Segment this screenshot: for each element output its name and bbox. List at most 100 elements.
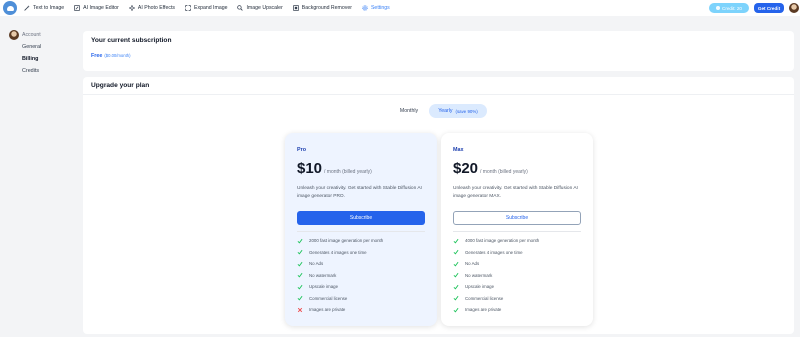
- check-icon: [297, 295, 303, 301]
- upgrade-title: Upgrade your plan: [91, 82, 150, 89]
- plan-period: / month (billed yearly): [324, 169, 372, 175]
- subscription-title: Your current subscription: [91, 37, 172, 44]
- background-remove-icon: [293, 5, 299, 11]
- nav-item-background-remover[interactable]: Background Remover: [293, 5, 352, 11]
- expand-icon: [185, 5, 191, 11]
- nav-item-settings[interactable]: Settings: [362, 5, 390, 11]
- current-plan: Free ($0.00/month): [91, 53, 130, 59]
- feature-text: 2000 fast image generation per month: [309, 238, 384, 244]
- sidebar-item-credits[interactable]: Credits: [22, 68, 39, 74]
- credit-label: Credit: 20: [722, 5, 742, 11]
- feature-text: Images are private: [465, 307, 502, 313]
- plan-description: Unleash your creativity. Get started wit…: [297, 186, 422, 199]
- feature-item: Upscale image: [453, 281, 585, 293]
- wand-icon: [24, 5, 30, 11]
- feature-text: Generates 4 images one time: [309, 249, 367, 255]
- toggle-yearly[interactable]: Yearly (save 90%): [429, 104, 487, 118]
- upscale-icon: [237, 5, 244, 11]
- plan-price: $10: [297, 160, 323, 177]
- plan-period: / month (billed yearly): [480, 169, 528, 175]
- feature-text: Commercial license: [465, 295, 504, 301]
- check-icon: [453, 307, 459, 313]
- toggle-yearly-label: Yearly: [438, 108, 453, 114]
- gear-icon: [362, 5, 368, 11]
- nav-item-label: Expand Image: [194, 5, 228, 11]
- nav-item-label: AI Photo Effects: [137, 5, 176, 11]
- sparkle-icon: [128, 5, 135, 11]
- nav-item-label: AI Image Editor: [83, 5, 119, 11]
- feature-text: No watermark: [465, 272, 493, 278]
- current-plan-price: ($0.00/month): [104, 53, 131, 58]
- plan-card-pro: Pro $10 / month (billed yearly) Unleash …: [285, 133, 437, 326]
- sidebar-item-general[interactable]: General: [22, 44, 41, 50]
- check-icon: [297, 284, 303, 290]
- nav-item-ai-photo-effects[interactable]: AI Photo Effects: [128, 5, 176, 11]
- plan-name: Pro: [297, 147, 306, 153]
- feature-text: Images are private: [309, 307, 346, 313]
- upgrade-plan-card: Upgrade your plan Monthly Yearly (save 9…: [83, 77, 794, 334]
- feature-text: No Ads: [309, 261, 324, 267]
- top-nav: Text to Image AI Image Editor AI Photo E…: [0, 0, 800, 16]
- nav-item-label: Text to Image: [33, 5, 65, 11]
- account-label: Account: [22, 32, 41, 38]
- cross-icon: [297, 307, 303, 313]
- feature-text: Commercial license: [309, 295, 348, 301]
- user-avatar[interactable]: [789, 3, 799, 13]
- subscribe-pro-button[interactable]: Subscribe: [297, 211, 425, 225]
- feature-item: No Ads: [297, 258, 429, 270]
- nav-items: Text to Image AI Image Editor AI Photo E…: [24, 0, 400, 16]
- nav-item-text-to-image[interactable]: Text to Image: [24, 5, 64, 11]
- account-header: Account: [9, 30, 41, 40]
- check-icon: [453, 272, 459, 278]
- feature-list: 2000 fast image generation per month Gene…: [297, 235, 429, 316]
- save-badge: (save 90%): [455, 108, 478, 114]
- feature-item: Images are private: [453, 304, 585, 316]
- billing-period-toggle: Monthly Yearly (save 90%): [388, 103, 488, 119]
- check-icon: [297, 238, 303, 244]
- nav-item-ai-image-editor[interactable]: AI Image Editor: [74, 5, 119, 11]
- check-icon: [453, 238, 459, 244]
- credit-badge[interactable]: Credit: 20: [709, 3, 749, 13]
- plan-description: Unleash your creativity. Get started wit…: [453, 186, 578, 199]
- get-credit-button[interactable]: Get Credit: [754, 3, 784, 13]
- divider: [297, 231, 425, 232]
- feature-item: Upscale image: [297, 281, 429, 293]
- nav-item-label: Background Remover: [301, 5, 352, 11]
- nav-item-image-upscaler[interactable]: Image Upscaler: [237, 5, 283, 11]
- divider: [83, 94, 794, 95]
- feature-text: No Ads: [465, 261, 480, 267]
- plan-price-row: $10 / month (billed yearly): [297, 160, 372, 177]
- subscribe-max-button[interactable]: Subscribe: [453, 211, 581, 225]
- plan-card-max: Max $20 / month (billed yearly) Unleash …: [441, 133, 593, 326]
- feature-list: 4000 fast image generation per month Gene…: [453, 235, 585, 316]
- toggle-monthly[interactable]: Monthly: [389, 104, 429, 118]
- nav-item-label: Settings: [370, 5, 390, 11]
- current-plan-name: Free: [91, 53, 103, 59]
- check-icon: [297, 272, 303, 278]
- check-icon: [453, 249, 459, 255]
- feature-item: 2000 fast image generation per month: [297, 235, 429, 247]
- feature-text: No watermark: [309, 272, 337, 278]
- check-icon: [453, 261, 459, 267]
- feature-item: 4000 fast image generation per month: [453, 235, 585, 247]
- divider: [453, 231, 581, 232]
- feature-item: Images are private: [297, 304, 429, 316]
- feature-text: 4000 fast image generation per month: [465, 238, 540, 244]
- current-subscription-card: Your current subscription Free ($0.00/mon…: [83, 31, 794, 71]
- plan-price: $20: [453, 160, 479, 177]
- app-logo-icon[interactable]: [3, 1, 17, 15]
- feature-item: No Ads: [453, 258, 585, 270]
- plan-price-row: $20 / month (billed yearly): [453, 160, 528, 177]
- nav-item-expand-image[interactable]: Expand Image: [185, 5, 227, 11]
- avatar: [9, 30, 19, 40]
- check-icon: [297, 249, 303, 255]
- image-edit-icon: [74, 5, 80, 11]
- feature-item: No watermark: [297, 270, 429, 282]
- nav-item-label: Image Upscaler: [246, 5, 283, 11]
- plan-name: Max: [453, 147, 464, 153]
- feature-text: Generates 4 images one time: [465, 249, 523, 255]
- feature-item: Commercial license: [297, 293, 429, 305]
- sidebar-item-billing[interactable]: Billing: [22, 56, 38, 62]
- feature-text: Upscale image: [309, 284, 339, 290]
- feature-text: Upscale image: [465, 284, 495, 290]
